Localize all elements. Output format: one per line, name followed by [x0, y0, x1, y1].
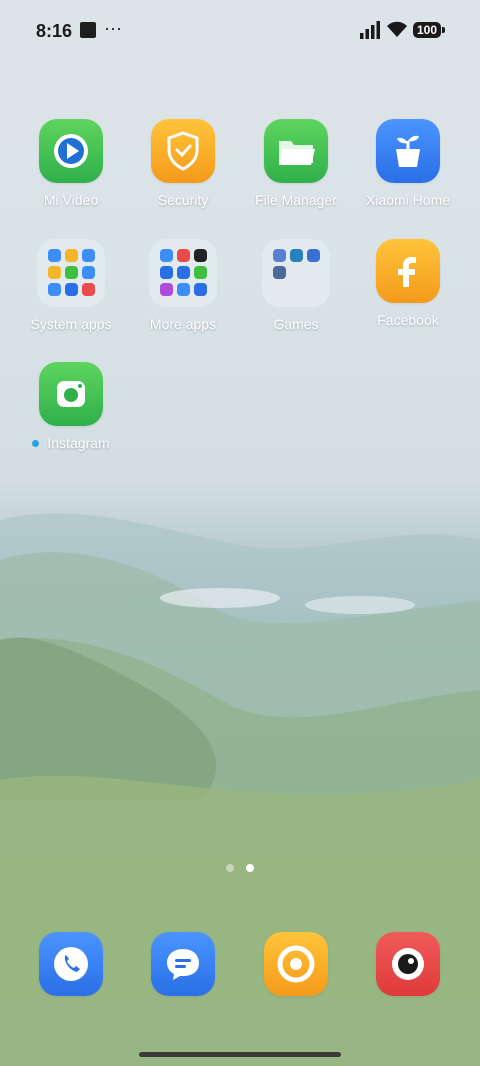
folder-icon	[279, 141, 315, 165]
app-xiaomi-home[interactable]: Xiaomi Home	[352, 119, 464, 208]
folder-games[interactable]: Games	[240, 239, 352, 332]
dock-messages[interactable]	[127, 932, 239, 996]
gesture-home-bar[interactable]	[139, 1052, 341, 1057]
mi-video-app-icon[interactable]	[39, 119, 103, 183]
signal-icon	[360, 21, 380, 39]
camera-icon	[57, 381, 85, 407]
notification-icon	[80, 22, 96, 38]
dock-browser[interactable]	[240, 932, 352, 996]
app-security[interactable]: Security	[127, 119, 239, 208]
clock: 8:16	[36, 21, 73, 41]
instagram-app-icon[interactable]	[39, 362, 103, 426]
play-icon	[54, 134, 88, 168]
app-mi-video[interactable]: Mi Video	[15, 119, 127, 208]
page-dot-2-active[interactable]	[246, 864, 254, 872]
folder-icon[interactable]	[149, 239, 217, 307]
dock-phone[interactable]	[15, 932, 127, 996]
app-facebook[interactable]: Facebook	[352, 239, 464, 328]
camera-app-icon[interactable]	[376, 932, 440, 996]
app-label: Mi Video	[43, 192, 99, 208]
folder-label: More apps	[149, 316, 217, 332]
folder-more-apps[interactable]: More apps	[127, 239, 239, 332]
folder-system-apps[interactable]: System apps	[15, 239, 127, 332]
wifi-icon	[387, 21, 407, 37]
file-manager-app-icon[interactable]	[264, 119, 328, 183]
page-dot-1[interactable]	[226, 864, 234, 872]
app-label: Security	[157, 192, 209, 208]
browser-app-icon[interactable]	[264, 932, 328, 996]
app-instagram[interactable]: Instagram	[15, 362, 127, 451]
chrome-icon	[277, 945, 315, 983]
dock-camera[interactable]	[352, 932, 464, 996]
app-label: Xiaomi Home	[365, 192, 451, 208]
more-notifications-indicator: ···	[104, 18, 122, 38]
camera-lens-icon	[392, 948, 424, 980]
messages-app-icon[interactable]	[151, 932, 215, 996]
chat-bubble-icon	[167, 949, 199, 980]
folder-icon[interactable]	[262, 239, 330, 307]
phone-app-icon[interactable]	[39, 932, 103, 996]
folder-icon[interactable]	[37, 239, 105, 307]
folder-label: System apps	[30, 316, 112, 332]
battery-icon: 100	[413, 22, 445, 38]
plant-pot-icon	[396, 135, 420, 167]
status-bar: 8:16 ··· 100	[0, 0, 480, 62]
new-install-indicator	[32, 439, 40, 447]
facebook-app-icon[interactable]	[376, 239, 440, 303]
phone-icon	[54, 947, 88, 981]
f-icon	[398, 257, 416, 287]
shield-icon	[167, 131, 199, 171]
app-label: Instagram	[15, 435, 127, 451]
app-file-manager[interactable]: File Manager	[240, 119, 352, 208]
app-label: Facebook	[377, 312, 439, 328]
xiaomi-home-app-icon[interactable]	[376, 119, 440, 183]
folder-label: Games	[273, 316, 319, 332]
security-app-icon[interactable]	[151, 119, 215, 183]
app-label: File Manager	[255, 192, 337, 208]
